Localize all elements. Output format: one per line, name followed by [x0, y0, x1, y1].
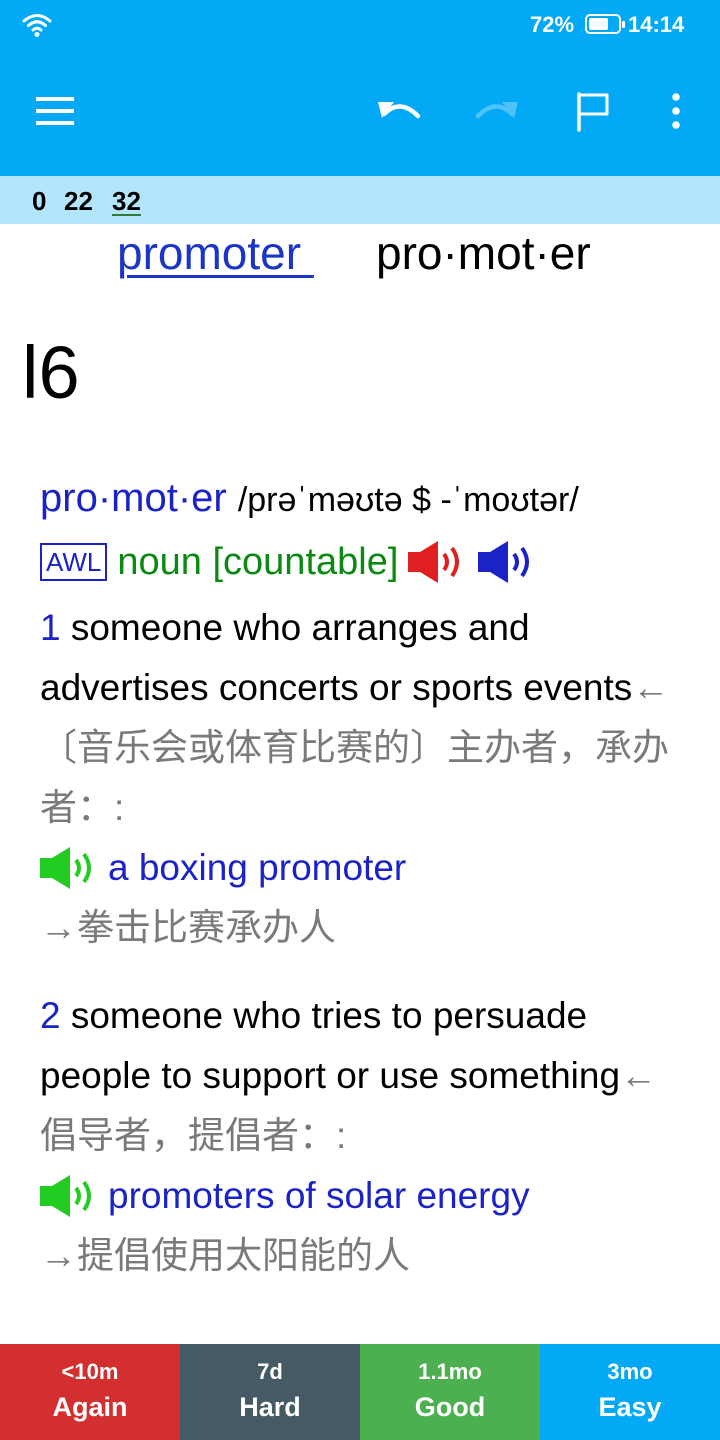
clock: 14:14: [628, 12, 685, 37]
flag-button[interactable]: [563, 80, 623, 142]
battery-percent: 72%: [530, 12, 575, 37]
pronunciation: /prəˈməʊtə $ -ˈmoʊtər/: [237, 481, 579, 519]
good-button[interactable]: 1.1mo Good: [360, 1344, 540, 1440]
status-bar: 72% 14:14: [0, 0, 720, 50]
card-counts: 0 22 32: [0, 176, 720, 224]
hard-label: Hard: [239, 1392, 301, 1422]
awl-badge: AWL: [40, 543, 108, 581]
sense-number: 1: [40, 607, 61, 648]
again-button[interactable]: <10m Again: [0, 1344, 180, 1440]
easy-button[interactable]: 3mo Easy: [540, 1344, 720, 1440]
speaker-example-icon[interactable]: [40, 1173, 100, 1219]
undo-button[interactable]: [370, 80, 430, 142]
part-of-speech: noun [countable]: [117, 540, 399, 583]
sense-number: 2: [40, 995, 61, 1036]
easy-interval: 3mo: [607, 1359, 653, 1384]
sense-2: 2 someone who tries to persuade people t…: [40, 986, 690, 1166]
easy-label: Easy: [598, 1392, 662, 1422]
level-label: l6: [22, 331, 80, 414]
example-2: promoters of solar energy: [40, 1166, 690, 1226]
dictionary-entry: pro·mot·er /prəˈməʊtə $ -ˈmoʊtər/ AWL no…: [40, 476, 690, 1286]
redo-icon: [475, 102, 518, 119]
battery-icon: [585, 14, 625, 34]
answer-buttons: <10m Again 7d Hard 1.1mo Good 3mo Easy: [0, 1344, 720, 1440]
toolbar: [0, 50, 720, 176]
sense-definition: someone who tries to persuade people to …: [40, 995, 621, 1096]
again-label: Again: [52, 1392, 128, 1422]
speaker-example-icon[interactable]: [40, 845, 100, 891]
more-options-button[interactable]: [646, 80, 706, 142]
good-interval: 1.1mo: [418, 1359, 482, 1384]
menu-button[interactable]: [26, 80, 86, 142]
hard-button[interactable]: 7d Hard: [180, 1344, 360, 1440]
example-1: a boxing promoter: [40, 838, 690, 898]
wifi-icon: [22, 14, 52, 37]
sense-definition: someone who arranges and advertises conc…: [40, 607, 633, 708]
menu-icon: [36, 97, 74, 125]
undo-icon: [378, 102, 421, 119]
front-syllables: pro·mot·er: [376, 227, 591, 279]
learning-count: 22: [64, 186, 93, 216]
speaker-uk-icon[interactable]: [408, 539, 470, 585]
example-translation: →拳击比赛承办人: [40, 907, 336, 948]
flag-icon: [577, 92, 609, 132]
example-text: a boxing promoter: [108, 847, 407, 888]
redo-button[interactable]: [466, 80, 526, 142]
review-count: 32: [112, 186, 141, 216]
front-word-link[interactable]: promoter: [117, 226, 314, 280]
new-count: 0: [32, 186, 47, 216]
good-label: Good: [414, 1392, 486, 1422]
example-text: promoters of solar energy: [108, 1175, 530, 1216]
card-front: promoter pro·mot·er: [0, 226, 720, 286]
headword: pro·mot·er: [40, 476, 227, 520]
more-vert-icon: [672, 93, 680, 129]
sense-1: 1 someone who arranges and advertises co…: [40, 598, 690, 838]
part-of-speech-line: AWL noun [countable]: [40, 532, 690, 592]
again-interval: <10m: [61, 1359, 119, 1384]
speaker-us-icon[interactable]: [478, 539, 540, 585]
hard-interval: 7d: [257, 1359, 283, 1384]
headword-line: pro·mot·er /prəˈməʊtə $ -ˈmoʊtər/: [40, 476, 690, 534]
example-translation: →提倡使用太阳能的人: [40, 1235, 410, 1276]
